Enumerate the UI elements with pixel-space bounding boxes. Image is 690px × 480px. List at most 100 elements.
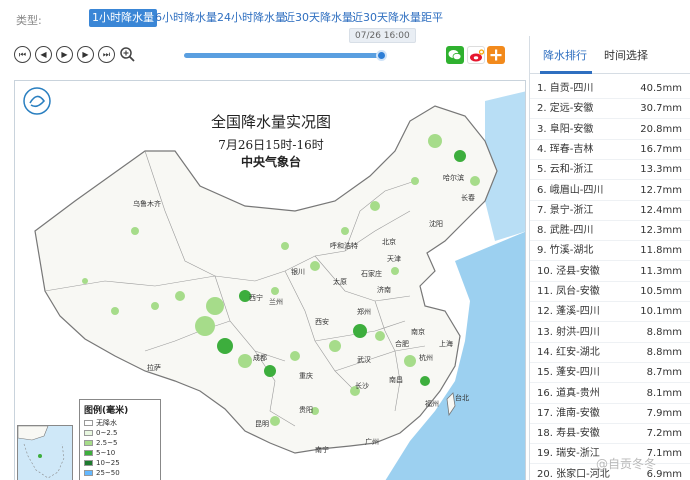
tab-1h-precip[interactable]: 1小时降水量	[89, 9, 157, 27]
precip-value: 11.8mm	[640, 245, 682, 257]
ranking-row[interactable]: 1. 自贡-四川 40.5mm	[530, 79, 690, 99]
tab-30d-precip[interactable]: 近30天降水量	[281, 9, 356, 27]
station-name: 13. 射洪-四川	[537, 326, 600, 338]
type-bar: 类型: 1小时降水量 6小时降水量 24小时降水量 近30天降水量 近30天降水…	[0, 0, 690, 36]
legend-item: 无降水	[84, 418, 156, 428]
city-label: 武汉	[357, 356, 371, 364]
wechat-icon[interactable]	[446, 46, 464, 64]
south-china-sea-inset	[17, 425, 73, 480]
last-icon[interactable]: ⏭	[98, 46, 115, 63]
ranking-row[interactable]: 4. 珲春-吉林 16.7mm	[530, 140, 690, 160]
ranking-row[interactable]: 7. 景宁-浙江 12.4mm	[530, 201, 690, 221]
legend-title: 图例(毫米)	[84, 406, 129, 416]
station-name: 1. 自贡-四川	[537, 83, 594, 94]
ranking-row[interactable]: 9. 竹溪-湖北 11.8mm	[530, 241, 690, 262]
next-icon[interactable]: ▶	[77, 46, 94, 63]
ranking-row[interactable]: 13. 射洪-四川 8.8mm	[530, 323, 690, 343]
precip-value: 8.7mm	[646, 367, 682, 379]
ranking-row[interactable]: 14. 红安-湖北 8.8mm	[530, 343, 690, 363]
type-label: 类型:	[16, 14, 42, 27]
city-label: 西安	[315, 318, 329, 326]
legend-label: 25~50	[96, 469, 120, 477]
legend-item: 5~10	[84, 448, 156, 458]
precip-value: 12.4mm	[640, 204, 682, 216]
ranking-row[interactable]: 16. 道真-贵州 8.1mm	[530, 384, 690, 404]
slider-track[interactable]	[184, 53, 382, 58]
precip-value: 8.1mm	[646, 387, 682, 399]
city-label: 太原	[333, 278, 347, 286]
legend-label: 0~2.5	[96, 429, 118, 437]
station-name: 6. 峨眉山-四川	[537, 184, 604, 196]
legend-swatch	[84, 440, 93, 446]
city-label: 银川	[291, 268, 305, 276]
ranking-row[interactable]: 2. 定远-安徽 30.7mm	[530, 99, 690, 120]
ranking-row[interactable]: 17. 淮南-安徽 7.9mm	[530, 404, 690, 424]
ranking-row[interactable]: 15. 蓬安-四川 8.7mm	[530, 363, 690, 384]
time-slider[interactable]	[184, 50, 387, 61]
legend-item: 10~25	[84, 458, 156, 468]
ranking-row[interactable]: 5. 云和-浙江 13.3mm	[530, 160, 690, 181]
station-name: 18. 寿县-安徽	[537, 428, 600, 440]
city-label: 天津	[387, 255, 401, 263]
precip-value: 10.1mm	[640, 306, 682, 318]
time-tooltip: 07/26 16:00	[349, 28, 416, 43]
ranking-row[interactable]: 6. 峨眉山-四川 12.7mm	[530, 181, 690, 201]
prev-icon[interactable]: ◀	[35, 46, 52, 63]
tab-precip-ranking[interactable]: 降水排行	[543, 47, 587, 63]
precip-value: 40.5mm	[640, 83, 682, 94]
city-label: 兰州	[269, 298, 283, 306]
precip-value: 13.3mm	[640, 164, 682, 176]
legend-swatch	[84, 420, 93, 426]
ranking-row[interactable]: 18. 寿县-安徽 7.2mm	[530, 424, 690, 445]
legend-item: 0~2.5	[84, 428, 156, 438]
precip-value: 8.8mm	[646, 326, 682, 338]
watermark: @自贡冬冬	[596, 457, 657, 471]
ranking-row[interactable]: 8. 武胜-四川 12.3mm	[530, 221, 690, 242]
first-icon[interactable]: ⏮	[14, 46, 31, 63]
station-name: 8. 武胜-四川	[537, 225, 594, 237]
tab-6h-precip[interactable]: 6小时降水量	[152, 9, 220, 27]
slider-handle[interactable]	[376, 50, 387, 61]
ranking-row[interactable]: 11. 凤台-安徽 10.5mm	[530, 282, 690, 302]
plus-icon[interactable]	[487, 46, 505, 64]
ranking-row[interactable]: 3. 阜阳-安徽 20.8mm	[530, 120, 690, 140]
city-label: 沈阳	[429, 220, 443, 228]
precip-value: 10.5mm	[640, 286, 682, 297]
city-label: 昆明	[255, 420, 269, 428]
precip-value: 8.8mm	[646, 346, 682, 358]
tab-24h-precip[interactable]: 24小时降水量	[214, 9, 289, 27]
station-name: 16. 道真-贵州	[537, 387, 600, 399]
zoom-icon[interactable]	[119, 46, 136, 63]
city-label: 上海	[439, 340, 453, 348]
map-subtitle: 7月26日15时-16时	[218, 138, 324, 152]
precip-map[interactable]: 全国降水量实况图 7月26日15时-16时 中央气象台 乌鲁木齐 哈尔滨 长春 …	[14, 80, 526, 480]
ranking-row[interactable]: 12. 蓬溪-四川 10.1mm	[530, 302, 690, 323]
station-name: 17. 淮南-安徽	[537, 407, 600, 419]
city-label: 乌鲁木齐	[133, 200, 161, 208]
tab-30d-anomaly[interactable]: 近30天降水量距平	[349, 9, 446, 27]
city-label: 南京	[411, 328, 425, 336]
map-source: 中央气象台	[240, 155, 301, 169]
legend-swatch	[84, 460, 93, 466]
city-label: 南昌	[389, 376, 403, 384]
ranking-tabs: 降水排行 时间选择	[530, 36, 690, 74]
ranking-row[interactable]: 10. 泾县-安徽 11.3mm	[530, 262, 690, 282]
precip-value: 20.8mm	[640, 123, 682, 135]
weibo-icon[interactable]	[467, 46, 485, 64]
legend-label: 10~25	[96, 459, 120, 467]
city-label: 南宁	[315, 446, 329, 454]
station-name: 10. 泾县-安徽	[537, 265, 600, 277]
precip-value: 30.7mm	[640, 103, 682, 115]
tab-time-select[interactable]: 时间选择	[604, 47, 648, 63]
city-label: 北京	[382, 238, 396, 246]
station-name: 11. 凤台-安徽	[537, 286, 600, 297]
play-icon[interactable]: ▶	[56, 46, 73, 63]
station-name: 4. 珲春-吉林	[537, 143, 594, 155]
legend-swatch	[84, 470, 93, 476]
map-legend: 图例(毫米) 无降水 0~2.5 2.5~5 5~10 10~25 25~50	[79, 399, 161, 480]
city-label: 福州	[425, 400, 439, 408]
legend-item: 2.5~5	[84, 438, 156, 448]
legend-label: 2.5~5	[96, 439, 118, 447]
legend-label: 无降水	[96, 419, 117, 427]
city-label: 长沙	[355, 382, 369, 390]
